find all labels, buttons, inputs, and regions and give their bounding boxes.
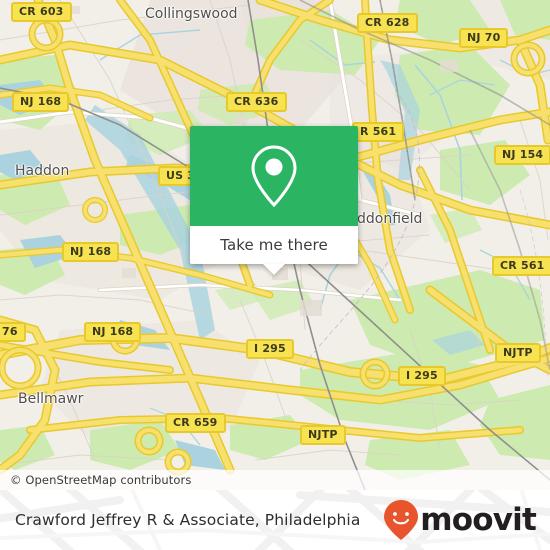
place-title: Crawford Jeffrey R & Associate, Philadel… (15, 511, 361, 529)
take-me-there-label: Take me there (220, 236, 328, 254)
moovit-wordmark: moovit (420, 501, 537, 538)
road-shield: NJ 168 (84, 322, 142, 342)
moovit-map-page: .green { fill:#cdebb0; } .water { fill:#… (0, 0, 550, 550)
place-label-collingswood: Collingswood (145, 6, 238, 22)
place-label-haddon: Haddon (15, 163, 70, 179)
road-shield: I 295 (246, 339, 294, 359)
popup-pointer-tail (263, 264, 285, 275)
place-label-bellmawr: Bellmawr (18, 391, 84, 407)
road-shield: R 561 (352, 122, 405, 142)
road-shield: NJTP (300, 425, 346, 445)
location-popup-card[interactable]: Take me there (190, 126, 358, 275)
road-shield: CR 636 (226, 92, 287, 112)
popup-header (190, 126, 358, 226)
map-canvas[interactable]: .green { fill:#cdebb0; } .water { fill:#… (0, 0, 550, 490)
moovit-smiley-pin-icon (384, 500, 419, 540)
road-shield: 76 (0, 322, 26, 342)
attribution-text[interactable]: © OpenStreetMap contributors (0, 473, 191, 487)
road-shield: NJ 168 (62, 242, 120, 262)
road-shield: CR 628 (357, 13, 418, 33)
road-shield: NJ 168 (12, 92, 70, 112)
place-label-haddonfield: ddonfield (357, 211, 423, 227)
road-shield: CR 659 (165, 413, 226, 433)
road-shield: CR 561 (492, 256, 550, 276)
road-shield: NJ 70 (459, 28, 509, 48)
location-pin-icon (251, 145, 297, 208)
bottom-info-bar: Crawford Jeffrey R & Associate, Philadel… (0, 490, 550, 550)
road-shield: CR 603 (11, 2, 72, 22)
road-shield: NJ 154 (494, 145, 550, 165)
popup-action-row[interactable]: Take me there (190, 226, 358, 275)
road-shield: NJTP (495, 343, 541, 363)
road-shield: I 295 (398, 366, 446, 386)
map-attribution-bar: © OpenStreetMap contributors (0, 470, 550, 490)
moovit-brand[interactable]: moovit (383, 490, 537, 550)
